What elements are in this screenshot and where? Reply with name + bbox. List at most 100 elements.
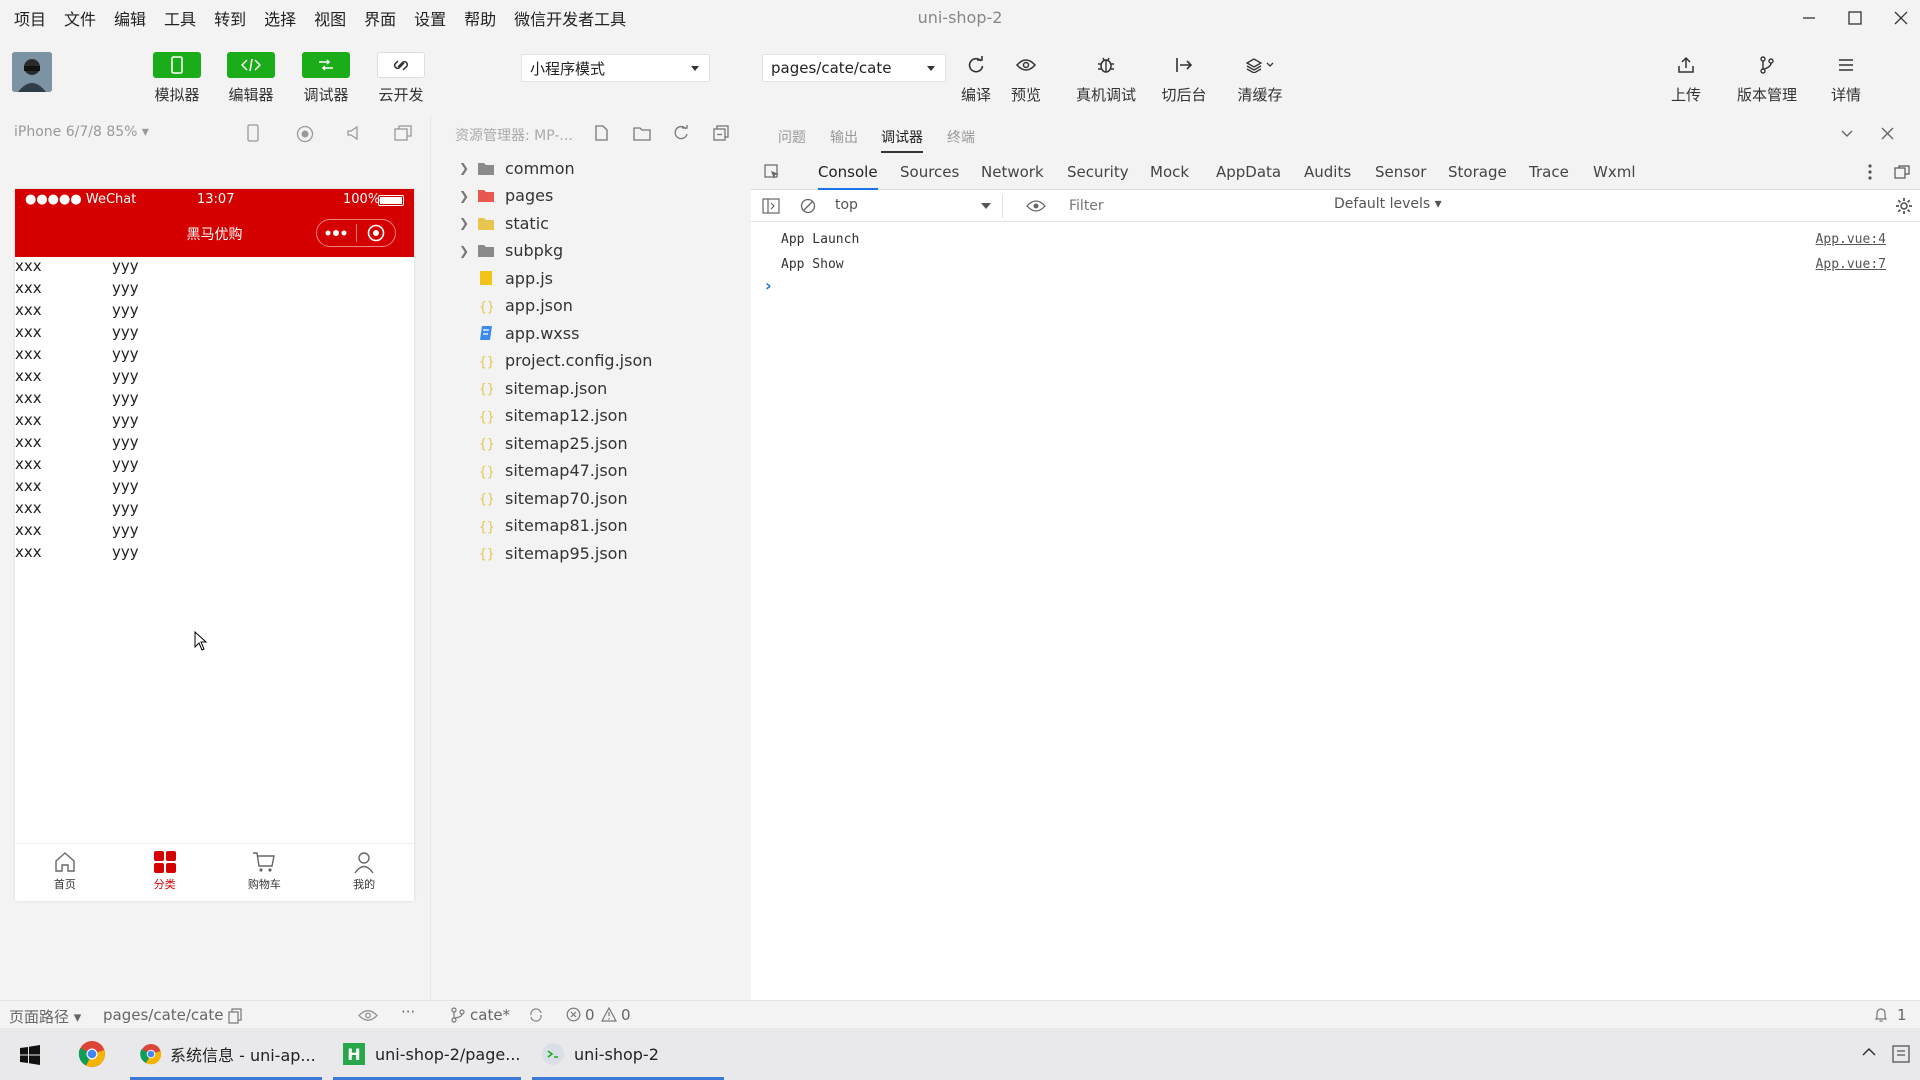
console-source-link[interactable]: App.vue:7 [1816, 257, 1886, 272]
background-switch-button[interactable]: 切后台 [1160, 52, 1208, 105]
page-select[interactable]: pages/cate/cate [762, 54, 946, 82]
clear-cache-button[interactable]: 清缓存 [1236, 52, 1284, 105]
tree-file[interactable]: {} sitemap12.json [431, 404, 628, 428]
collapse-panel-icon[interactable] [1840, 128, 1854, 140]
minimize-button[interactable] [1786, 0, 1832, 36]
device-select[interactable]: iPhone 6/7/8 85% ▾ [14, 124, 149, 140]
detach-window-icon[interactable] [394, 125, 412, 141]
tab-category[interactable]: 分类 [115, 844, 215, 901]
warning-count[interactable]: 0 [621, 1006, 631, 1024]
task-wechat-devtools-window[interactable]: uni-shop-2 [532, 1028, 724, 1080]
tab-security[interactable]: Security [1067, 154, 1129, 190]
tree-folder[interactable]: ❯ pages [431, 184, 553, 208]
tab-home[interactable]: 首页 [15, 844, 115, 901]
tree-file[interactable]: app.js [431, 266, 553, 290]
maximize-button[interactable] [1832, 0, 1878, 36]
task-hbuilderx-window[interactable]: H uni-shop-2/page... [333, 1028, 521, 1080]
tree-file[interactable]: {} sitemap81.json [431, 514, 628, 538]
tab-storage[interactable]: Storage [1448, 154, 1507, 190]
sync-icon[interactable] [528, 1008, 544, 1022]
console-prompt[interactable]: › [765, 276, 772, 295]
avatar[interactable] [12, 52, 52, 92]
tree-file[interactable]: app.wxss [431, 321, 579, 345]
error-count[interactable]: 0 [585, 1006, 595, 1024]
tab-terminal[interactable]: 终端 [947, 127, 975, 147]
tree-file[interactable]: {} sitemap.json [431, 376, 607, 400]
preview-button[interactable]: 预览 [1010, 52, 1042, 105]
volume-icon[interactable] [346, 125, 362, 141]
more-icon[interactable] [317, 230, 356, 236]
tree-file[interactable]: {} project.config.json [431, 349, 652, 373]
tree-file[interactable]: {} app.json [431, 294, 573, 318]
menu-settings[interactable]: 设置 [414, 6, 446, 30]
menu-file[interactable]: 文件 [64, 6, 96, 30]
task-chrome-window[interactable]: 系统信息 - uni-ap... [130, 1028, 322, 1080]
settings-gear-icon[interactable] [1895, 197, 1913, 215]
tree-file[interactable]: {} sitemap25.json [431, 431, 628, 455]
menu-project[interactable]: 项目 [14, 6, 46, 30]
chrome-icon[interactable] [78, 1040, 106, 1068]
undock-icon[interactable] [1894, 165, 1910, 179]
menu-select[interactable]: 选择 [264, 6, 296, 30]
tab-output[interactable]: 输出 [830, 127, 858, 147]
console-filter-input[interactable] [1061, 194, 1326, 218]
copy-path-icon[interactable] [228, 1008, 242, 1024]
version-control-button[interactable]: 版本管理 [1735, 52, 1799, 105]
git-branch-name[interactable]: cate* [470, 1006, 510, 1024]
details-button[interactable]: 详情 [1830, 52, 1862, 105]
cloud-dev-button[interactable]: 云开发 [370, 52, 432, 105]
close-window-button[interactable] [1878, 0, 1920, 36]
tree-folder[interactable]: ❯ subpkg [431, 239, 563, 263]
windows-start-icon[interactable] [20, 1045, 40, 1065]
tree-file[interactable]: {} sitemap47.json [431, 459, 628, 483]
device-rotate-icon[interactable] [246, 124, 260, 142]
record-icon[interactable] [296, 125, 314, 143]
tab-cart[interactable]: 购物车 [215, 844, 315, 901]
tree-folder[interactable]: ❯ common [431, 156, 575, 180]
tab-network[interactable]: Network [981, 154, 1044, 190]
simulator-button[interactable]: 模拟器 [146, 52, 208, 105]
tab-wxml[interactable]: Wxml [1593, 154, 1636, 190]
tree-file[interactable]: {} sitemap95.json [431, 541, 628, 565]
tree-folder[interactable]: ❯ static [431, 211, 549, 235]
menu-interface[interactable]: 界面 [364, 6, 396, 30]
menu-goto[interactable]: 转到 [214, 6, 246, 30]
tab-appdata[interactable]: AppData [1216, 154, 1281, 190]
visibility-eye-icon[interactable] [358, 1009, 378, 1022]
sidebar-toggle-icon[interactable] [762, 198, 780, 214]
editor-button[interactable]: 编辑器 [220, 52, 282, 105]
context-select[interactable]: top [827, 194, 1003, 218]
menu-edit[interactable]: 编辑 [114, 6, 146, 30]
tab-my[interactable]: 我的 [314, 844, 414, 901]
tab-debugger[interactable]: 调试器 [881, 127, 923, 153]
menu-view[interactable]: 视图 [314, 6, 346, 30]
tab-sources[interactable]: Sources [900, 154, 959, 190]
upload-button[interactable]: 上传 [1670, 52, 1702, 105]
menu-wechat-devtools[interactable]: 微信开发者工具 [514, 6, 626, 30]
console-source-link[interactable]: App.vue:4 [1816, 232, 1886, 247]
close-miniprogram-icon[interactable] [357, 224, 396, 242]
tab-mock[interactable]: Mock [1150, 154, 1189, 190]
tab-console[interactable]: Console [818, 154, 878, 190]
tab-problems[interactable]: 问题 [778, 127, 806, 147]
log-levels-select[interactable]: Default levels ▾ [1334, 196, 1442, 212]
more-status-icon[interactable]: ··· [401, 1003, 415, 1021]
menu-tools[interactable]: 工具 [164, 6, 196, 30]
compile-button[interactable]: 编译 [960, 52, 992, 105]
more-options-icon[interactable] [1867, 164, 1873, 180]
clear-console-icon[interactable] [800, 198, 816, 214]
tab-sensor[interactable]: Sensor [1375, 154, 1426, 190]
new-file-icon[interactable] [593, 125, 609, 141]
new-folder-icon[interactable] [633, 126, 651, 141]
inspect-element-icon[interactable] [764, 164, 780, 180]
menu-help[interactable]: 帮助 [464, 6, 496, 30]
refresh-explorer-icon[interactable] [673, 125, 689, 141]
tray-expand-icon[interactable] [1862, 1047, 1876, 1057]
live-expression-eye-icon[interactable] [1026, 199, 1046, 213]
debugger-button[interactable]: 调试器 [295, 52, 357, 105]
page-path-select[interactable]: 页面路径 ▾ [9, 1006, 81, 1027]
bell-icon[interactable] [1874, 1007, 1888, 1023]
tab-audits[interactable]: Audits [1304, 154, 1351, 190]
tray-app-icon[interactable] [1892, 1045, 1910, 1063]
close-panel-icon[interactable] [1881, 127, 1894, 140]
